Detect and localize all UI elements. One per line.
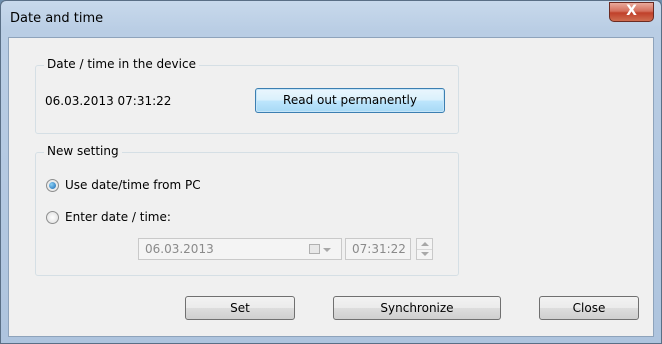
set-button[interactable]: Set <box>185 296 295 320</box>
title-bar[interactable]: Date and time X <box>1 1 661 37</box>
dropdown-arrow-icon <box>323 248 331 252</box>
date-value: 06.03.2013 <box>145 242 214 256</box>
enter-datetime-radio[interactable] <box>46 211 59 224</box>
date-picker[interactable]: 06.03.2013 <box>138 238 342 260</box>
close-button[interactable]: Close <box>539 296 639 320</box>
close-window-button[interactable]: X <box>609 2 654 22</box>
time-spinner[interactable] <box>416 238 433 260</box>
spin-up-icon[interactable] <box>421 242 429 246</box>
new-setting-legend: New setting <box>44 144 122 158</box>
window-title: Date and time <box>10 11 104 26</box>
time-input[interactable]: 07:31:22 <box>345 238 411 260</box>
synchronize-button[interactable]: Synchronize <box>333 296 501 320</box>
use-pc-time-radio[interactable] <box>46 179 59 192</box>
dialog-window: Date and time X Date / time in the devic… <box>0 0 662 344</box>
use-pc-time-label[interactable]: Use date/time from PC <box>65 178 201 192</box>
dialog-body: Date / time in the device 06.03.2013 07:… <box>8 37 654 337</box>
spin-divider <box>417 249 432 250</box>
device-group-legend: Date / time in the device <box>44 57 199 71</box>
spin-down-icon[interactable] <box>421 252 429 256</box>
read-out-permanently-button[interactable]: Read out permanently <box>255 88 445 113</box>
close-icon: X <box>626 3 637 19</box>
device-datetime-value: 06.03.2013 07:31:22 <box>45 94 172 108</box>
enter-datetime-label[interactable]: Enter date / time: <box>65 210 171 224</box>
calendar-icon <box>309 244 320 254</box>
